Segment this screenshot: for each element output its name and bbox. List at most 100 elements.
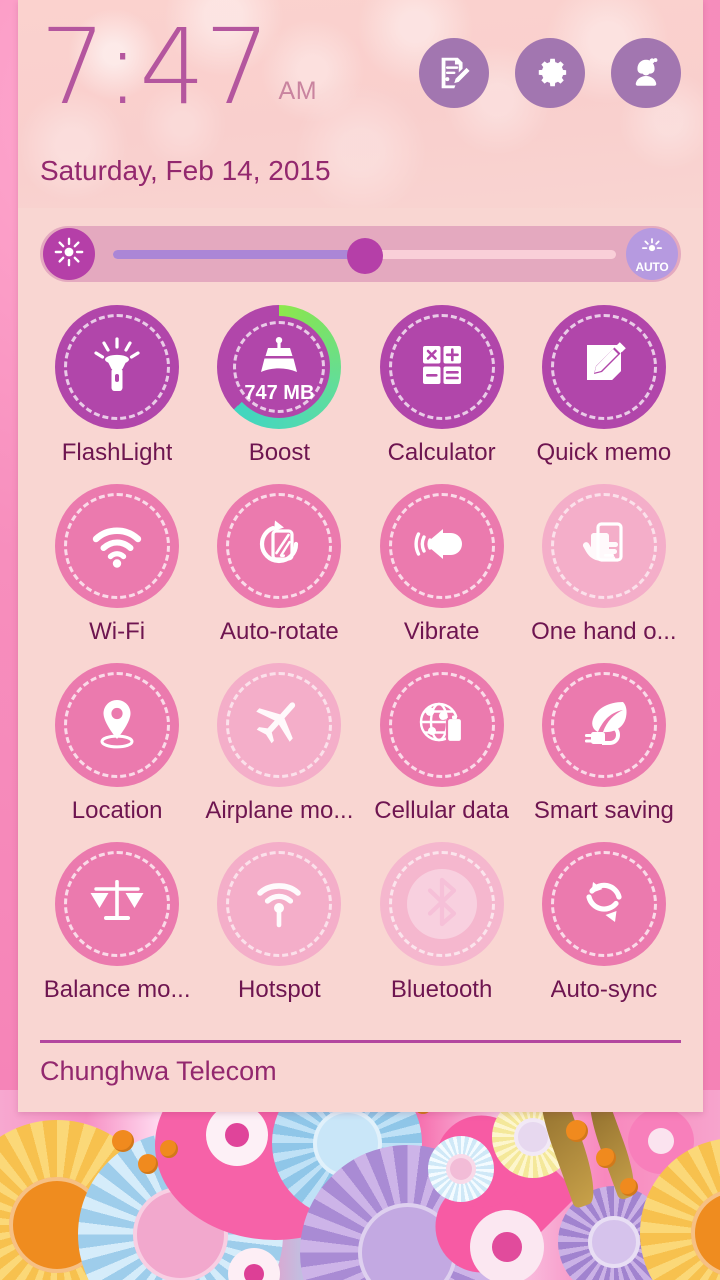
tile-location[interactable]: Location: [36, 663, 198, 825]
tile-cellular-data-circle[interactable]: [379, 663, 504, 787]
hotspot-icon: [248, 871, 310, 938]
carrier-name: Chunghwa Telecom: [40, 1056, 277, 1086]
tile-smart-saving-circle[interactable]: [541, 663, 666, 787]
note-pencil-icon: [435, 54, 473, 92]
clock-time: 7:47: [40, 6, 271, 128]
flower-berry-6: [620, 1178, 638, 1196]
brightness-slider[interactable]: [113, 226, 616, 282]
brightness-sun-icon: [52, 235, 86, 274]
flashlight-icon: [86, 334, 148, 401]
tile-airplane-mode[interactable]: Airplane mo...: [198, 663, 360, 825]
tile-balance-mode-circle[interactable]: [55, 842, 180, 966]
flower-white-small-2: [470, 1210, 544, 1280]
tile-location-circle[interactable]: [55, 663, 180, 787]
boost-memory-badge: 747 MB: [244, 381, 315, 404]
broom-icon: [253, 330, 305, 385]
tile-label: FlashLight: [61, 439, 173, 466]
tile-label: Boost: [248, 439, 311, 466]
quick-memo-shortcut[interactable]: [419, 38, 489, 108]
tile-balance-mode[interactable]: Balance mo...: [36, 842, 198, 1004]
gear-icon: [531, 54, 569, 92]
quick-settings-tile-grid: FlashLight 747 MB Boost Calculator Quick…: [36, 305, 685, 1004]
brightness-auto-button[interactable]: AUTO: [626, 228, 678, 280]
tile-label: Location: [71, 797, 163, 824]
tile-cellular-data[interactable]: Cellular data: [361, 663, 523, 825]
tile-bluetooth[interactable]: Bluetooth: [361, 842, 523, 1004]
tile-quick-memo[interactable]: Quick memo: [523, 305, 685, 467]
tile-label: Bluetooth: [390, 976, 493, 1003]
scales-icon: [86, 871, 148, 938]
tile-smart-saving[interactable]: Smart saving: [523, 663, 685, 825]
flower-berry-3: [160, 1140, 178, 1158]
quick-settings-panel: 7:47 AM Saturday, Feb 14, 2015 AUTO Flas…: [18, 0, 703, 1112]
flower-berry-2: [138, 1154, 158, 1174]
tile-boost[interactable]: 747 MB Boost: [198, 305, 360, 467]
wifi-icon: [86, 513, 148, 580]
tile-auto-sync-circle[interactable]: [541, 842, 666, 966]
leaf-plug-icon: [573, 692, 635, 759]
flower-berry-1: [112, 1130, 134, 1152]
one-hand-icon: [573, 513, 635, 580]
tile-vibrate[interactable]: Vibrate: [361, 484, 523, 646]
brightness-auto-label: AUTO: [635, 260, 669, 274]
tile-label: Vibrate: [403, 618, 480, 645]
tile-label: Auto-rotate: [220, 618, 339, 645]
tile-quick-memo-circle[interactable]: [541, 305, 666, 429]
tile-flashlight-circle[interactable]: [55, 305, 180, 429]
tile-vibrate-circle[interactable]: [379, 484, 504, 608]
tile-label: Quick memo: [536, 439, 672, 466]
tile-boost-circle[interactable]: 747 MB: [217, 305, 342, 429]
date-text: Saturday, Feb 14, 2015: [40, 155, 331, 186]
tile-bluetooth-circle[interactable]: [379, 842, 504, 966]
brightness-thumb[interactable]: [346, 238, 383, 274]
airplane-icon: [248, 692, 310, 759]
tile-auto-rotate[interactable]: Auto-rotate: [198, 484, 360, 646]
tile-label: Wi-Fi: [89, 618, 146, 645]
panel-header: 7:47 AM Saturday, Feb 14, 2015: [18, 0, 703, 208]
auto-rotate-icon: [248, 513, 310, 580]
tile-auto-rotate-circle[interactable]: [217, 484, 342, 608]
clock-ampm: AM: [278, 76, 318, 105]
carrier-footer: Chunghwa Telecom: [18, 1040, 703, 1112]
flower-berry-4: [566, 1120, 588, 1142]
vibrate-icon: [411, 513, 473, 580]
carrier-divider: [40, 1040, 681, 1043]
tile-airplane-mode-circle[interactable]: [217, 663, 342, 787]
brightness-auto-sun-icon: [638, 234, 666, 261]
tile-label: Hotspot: [238, 976, 321, 1003]
cellular-data-icon: [411, 692, 473, 759]
brightness-slider-row: AUTO: [40, 226, 681, 282]
tile-calculator-circle[interactable]: [379, 305, 504, 429]
tile-label: Calculator: [387, 439, 496, 466]
user-avatar-icon: [627, 54, 665, 92]
tile-one-hand-operation-circle[interactable]: [541, 484, 666, 608]
tile-auto-sync[interactable]: Auto-sync: [523, 842, 685, 1004]
flower-white-small-1: [206, 1104, 268, 1166]
brightness-sun-icon-button[interactable]: [43, 228, 95, 280]
boost-inner-face: 747 MB: [228, 316, 331, 418]
tile-calculator[interactable]: Calculator: [361, 305, 523, 467]
bluetooth-icon: [411, 871, 473, 938]
tile-label: Smart saving: [533, 797, 674, 824]
tile-label: One hand o...: [531, 618, 677, 645]
tile-flashlight[interactable]: FlashLight: [36, 305, 198, 467]
user-profile-shortcut[interactable]: [611, 38, 681, 108]
header-shortcut-buttons: [419, 38, 681, 108]
tile-hotspot[interactable]: Hotspot: [198, 842, 360, 1004]
tile-hotspot-circle[interactable]: [217, 842, 342, 966]
tile-wifi[interactable]: Wi-Fi: [36, 484, 198, 646]
clock-widget: 7:47 AM: [40, 6, 318, 128]
wallpaper-flower-band: [0, 1090, 720, 1280]
flower-berry-5: [596, 1148, 616, 1168]
tile-label: Cellular data: [374, 797, 509, 824]
tile-label: Balance mo...: [43, 976, 191, 1003]
brightness-fill: [113, 250, 365, 259]
flower-white-daisy-small: [428, 1136, 494, 1202]
settings-shortcut[interactable]: [515, 38, 585, 108]
location-pin-icon: [86, 692, 148, 759]
tile-wifi-circle[interactable]: [55, 484, 180, 608]
calculator-icon: [411, 334, 473, 401]
auto-sync-icon: [573, 871, 635, 938]
tile-one-hand-operation[interactable]: One hand o...: [523, 484, 685, 646]
note-pencil-icon: [573, 334, 635, 401]
